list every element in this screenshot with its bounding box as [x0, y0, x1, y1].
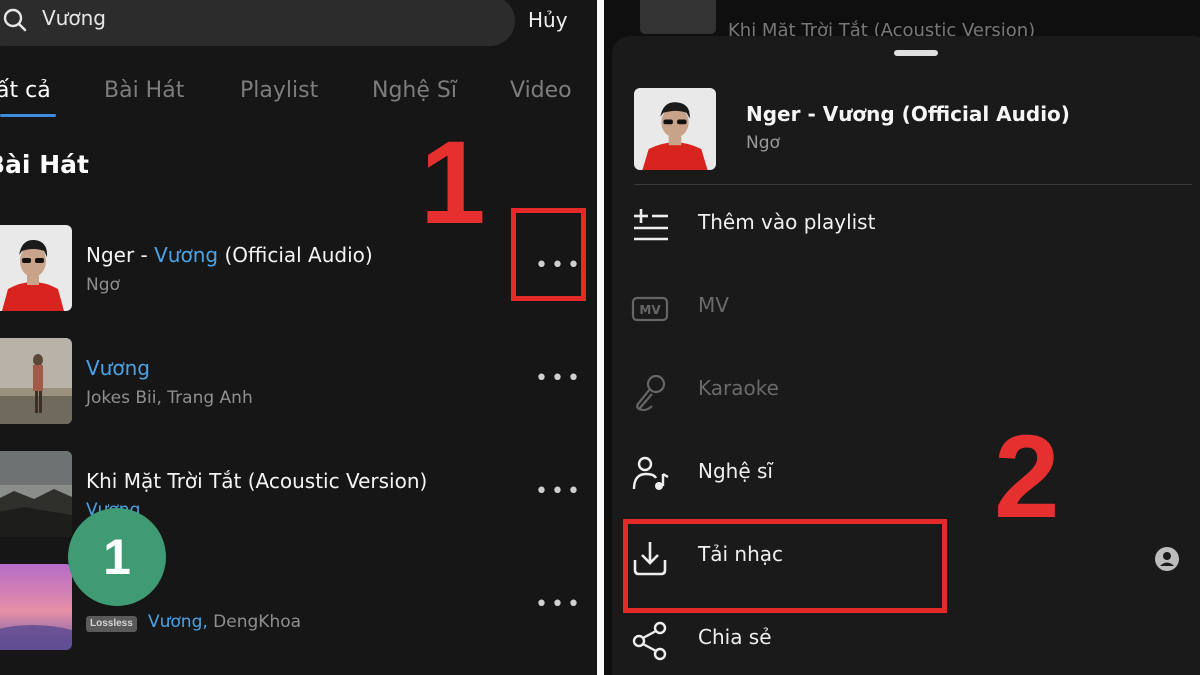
song-artist: Jokes Bii, Trang Anh: [86, 388, 253, 408]
search-results-screen: Vương Hủy ất cả Bài Hát Playlist Nghệ Sĩ…: [0, 0, 597, 675]
more-options-button[interactable]: •••: [535, 479, 583, 504]
song-options-screen: Khi Mặt Trời Tắt (Acoustic Version) Nger…: [604, 0, 1200, 675]
step-number-2: 2: [994, 411, 1060, 543]
tab-playlist[interactable]: Playlist: [240, 78, 318, 103]
artist-icon: [632, 456, 669, 490]
tab-artists[interactable]: Nghệ Sĩ: [372, 78, 457, 103]
song-thumbnail: [0, 564, 72, 650]
share-icon: [632, 621, 667, 661]
svg-text:MV: MV: [639, 303, 661, 317]
menu-item-mv: MV MV: [612, 273, 1200, 343]
song-thumbnail: [0, 451, 72, 537]
menu-item-label: MV: [698, 293, 729, 317]
song-title: Khi Mặt Trời Tắt (Acoustic Version): [86, 469, 428, 493]
mv-icon: MV: [631, 296, 669, 322]
background-song-thumbnail: [640, 0, 716, 34]
search-input[interactable]: Vương: [0, 0, 515, 46]
menu-item-label: Thêm vào playlist: [698, 210, 876, 234]
active-tab-indicator: [0, 114, 56, 117]
more-options-button[interactable]: •••: [535, 592, 583, 617]
more-options-button[interactable]: •••: [535, 366, 583, 391]
sheet-drag-handle[interactable]: [894, 50, 938, 56]
tab-songs[interactable]: Bài Hát: [104, 78, 184, 103]
panel-divider: [597, 0, 604, 675]
menu-item-label: Karaoke: [698, 376, 779, 400]
menu-item-add-to-playlist[interactable]: Thêm vào playlist: [612, 190, 1200, 260]
tab-video[interactable]: Video: [510, 78, 572, 103]
menu-item-artist[interactable]: Nghệ sĩ: [612, 439, 1200, 509]
lossless-badge: Lossless: [86, 616, 137, 632]
sheet-song-artist: Ngơ: [746, 133, 780, 153]
tab-all[interactable]: ất cả: [0, 78, 51, 103]
song-title: Vương: [86, 356, 150, 380]
search-icon: [3, 8, 27, 32]
add-to-playlist-icon: [634, 209, 668, 241]
song-artist: Vương, DengKhoa: [148, 612, 302, 632]
step-badge: 1: [68, 508, 166, 606]
highlight-box-more-options: [511, 208, 586, 301]
section-title: Bài Hát: [0, 150, 89, 179]
menu-item-label: Chia sẻ: [698, 625, 772, 649]
menu-item-label: Nghệ sĩ: [698, 459, 773, 483]
highlight-box-download: [623, 519, 947, 613]
sheet-song-thumbnail: [634, 88, 716, 170]
step-number-1: 1: [420, 117, 486, 249]
song-thumbnail: [0, 338, 72, 424]
menu-item-share[interactable]: Chia sẻ: [612, 605, 1200, 675]
search-query: Vương: [42, 6, 106, 30]
microphone-icon: [636, 374, 666, 411]
divider: [634, 184, 1192, 185]
song-thumbnail: [0, 225, 72, 311]
account-icon: [1155, 547, 1179, 571]
menu-item-karaoke: Karaoke: [612, 356, 1200, 426]
sheet-song-title: Nger - Vương (Official Audio): [746, 102, 1070, 126]
cancel-button[interactable]: Hủy: [528, 8, 568, 32]
song-title: Nger - Vương (Official Audio): [86, 243, 373, 267]
song-artist: Ngơ: [86, 275, 120, 295]
